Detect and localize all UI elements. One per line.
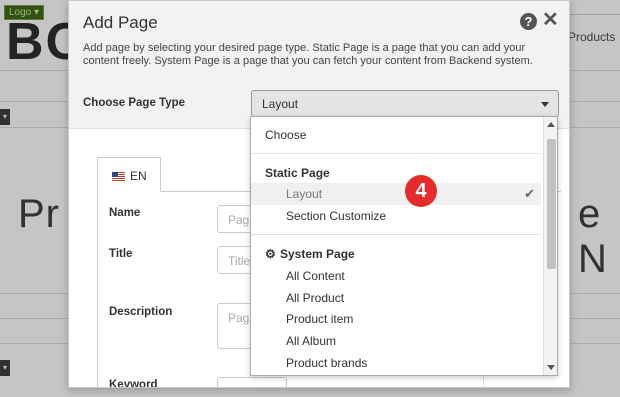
- close-icon[interactable]: ✕: [542, 10, 559, 30]
- keyword-label: Keyword: [109, 379, 158, 388]
- page-type-dropdown: Choose Static Page Layout ✔ Section Cust…: [250, 116, 558, 376]
- option-all-album[interactable]: All Album: [251, 330, 541, 352]
- group-system-page-label: System Page: [280, 247, 355, 261]
- tab-en-label: EN: [130, 169, 147, 183]
- help-icon[interactable]: ?: [520, 13, 537, 30]
- scroll-down-icon[interactable]: [547, 365, 555, 370]
- gear-icon: ⚙: [265, 247, 276, 261]
- title-label: Title: [109, 248, 133, 260]
- group-static-page: Static Page: [265, 166, 330, 180]
- description-label: Description: [109, 306, 173, 318]
- title-placeholder: Title: [228, 254, 251, 268]
- dropdown-divider: [251, 234, 541, 235]
- description-placeholder: Pag: [228, 311, 250, 325]
- option-all-content[interactable]: All Content: [251, 265, 541, 287]
- check-icon: ✔: [524, 186, 535, 201]
- page-type-select[interactable]: Layout: [251, 90, 559, 117]
- dropdown-divider: [251, 153, 541, 154]
- modal-description: Add page by selecting your desired page …: [83, 42, 533, 67]
- group-system-page: ⚙ System Page: [251, 243, 541, 265]
- step-badge: 4: [405, 175, 437, 207]
- dropdown-scrollbar[interactable]: [543, 117, 557, 375]
- keyword-input[interactable]: [217, 377, 287, 387]
- flag-icon: [112, 172, 125, 181]
- page-type-label: Choose Page Type: [83, 97, 186, 109]
- option-choose[interactable]: Choose: [251, 124, 541, 146]
- option-product-item[interactable]: Product item: [251, 308, 541, 330]
- option-all-product[interactable]: All Product: [251, 287, 541, 309]
- option-section-customize[interactable]: Section Customize: [251, 205, 541, 227]
- page-type-value: Layout: [262, 97, 299, 111]
- tab-panel-border: [97, 191, 98, 387]
- modal-title: Add Page: [83, 13, 158, 32]
- name-label: Name: [109, 207, 141, 219]
- scrollbar-thumb[interactable]: [547, 139, 556, 269]
- name-placeholder: Pag: [228, 213, 250, 227]
- option-product-brands[interactable]: Product brands: [251, 352, 541, 374]
- scroll-up-icon[interactable]: [547, 122, 555, 127]
- option-layout[interactable]: Layout ✔: [251, 183, 541, 205]
- option-layout-label: Layout: [286, 187, 323, 201]
- tab-en[interactable]: EN: [97, 157, 161, 192]
- chevron-down-icon: [541, 102, 549, 107]
- modal-header: Add Page ? ✕ Add page by selecting your …: [69, 1, 569, 129]
